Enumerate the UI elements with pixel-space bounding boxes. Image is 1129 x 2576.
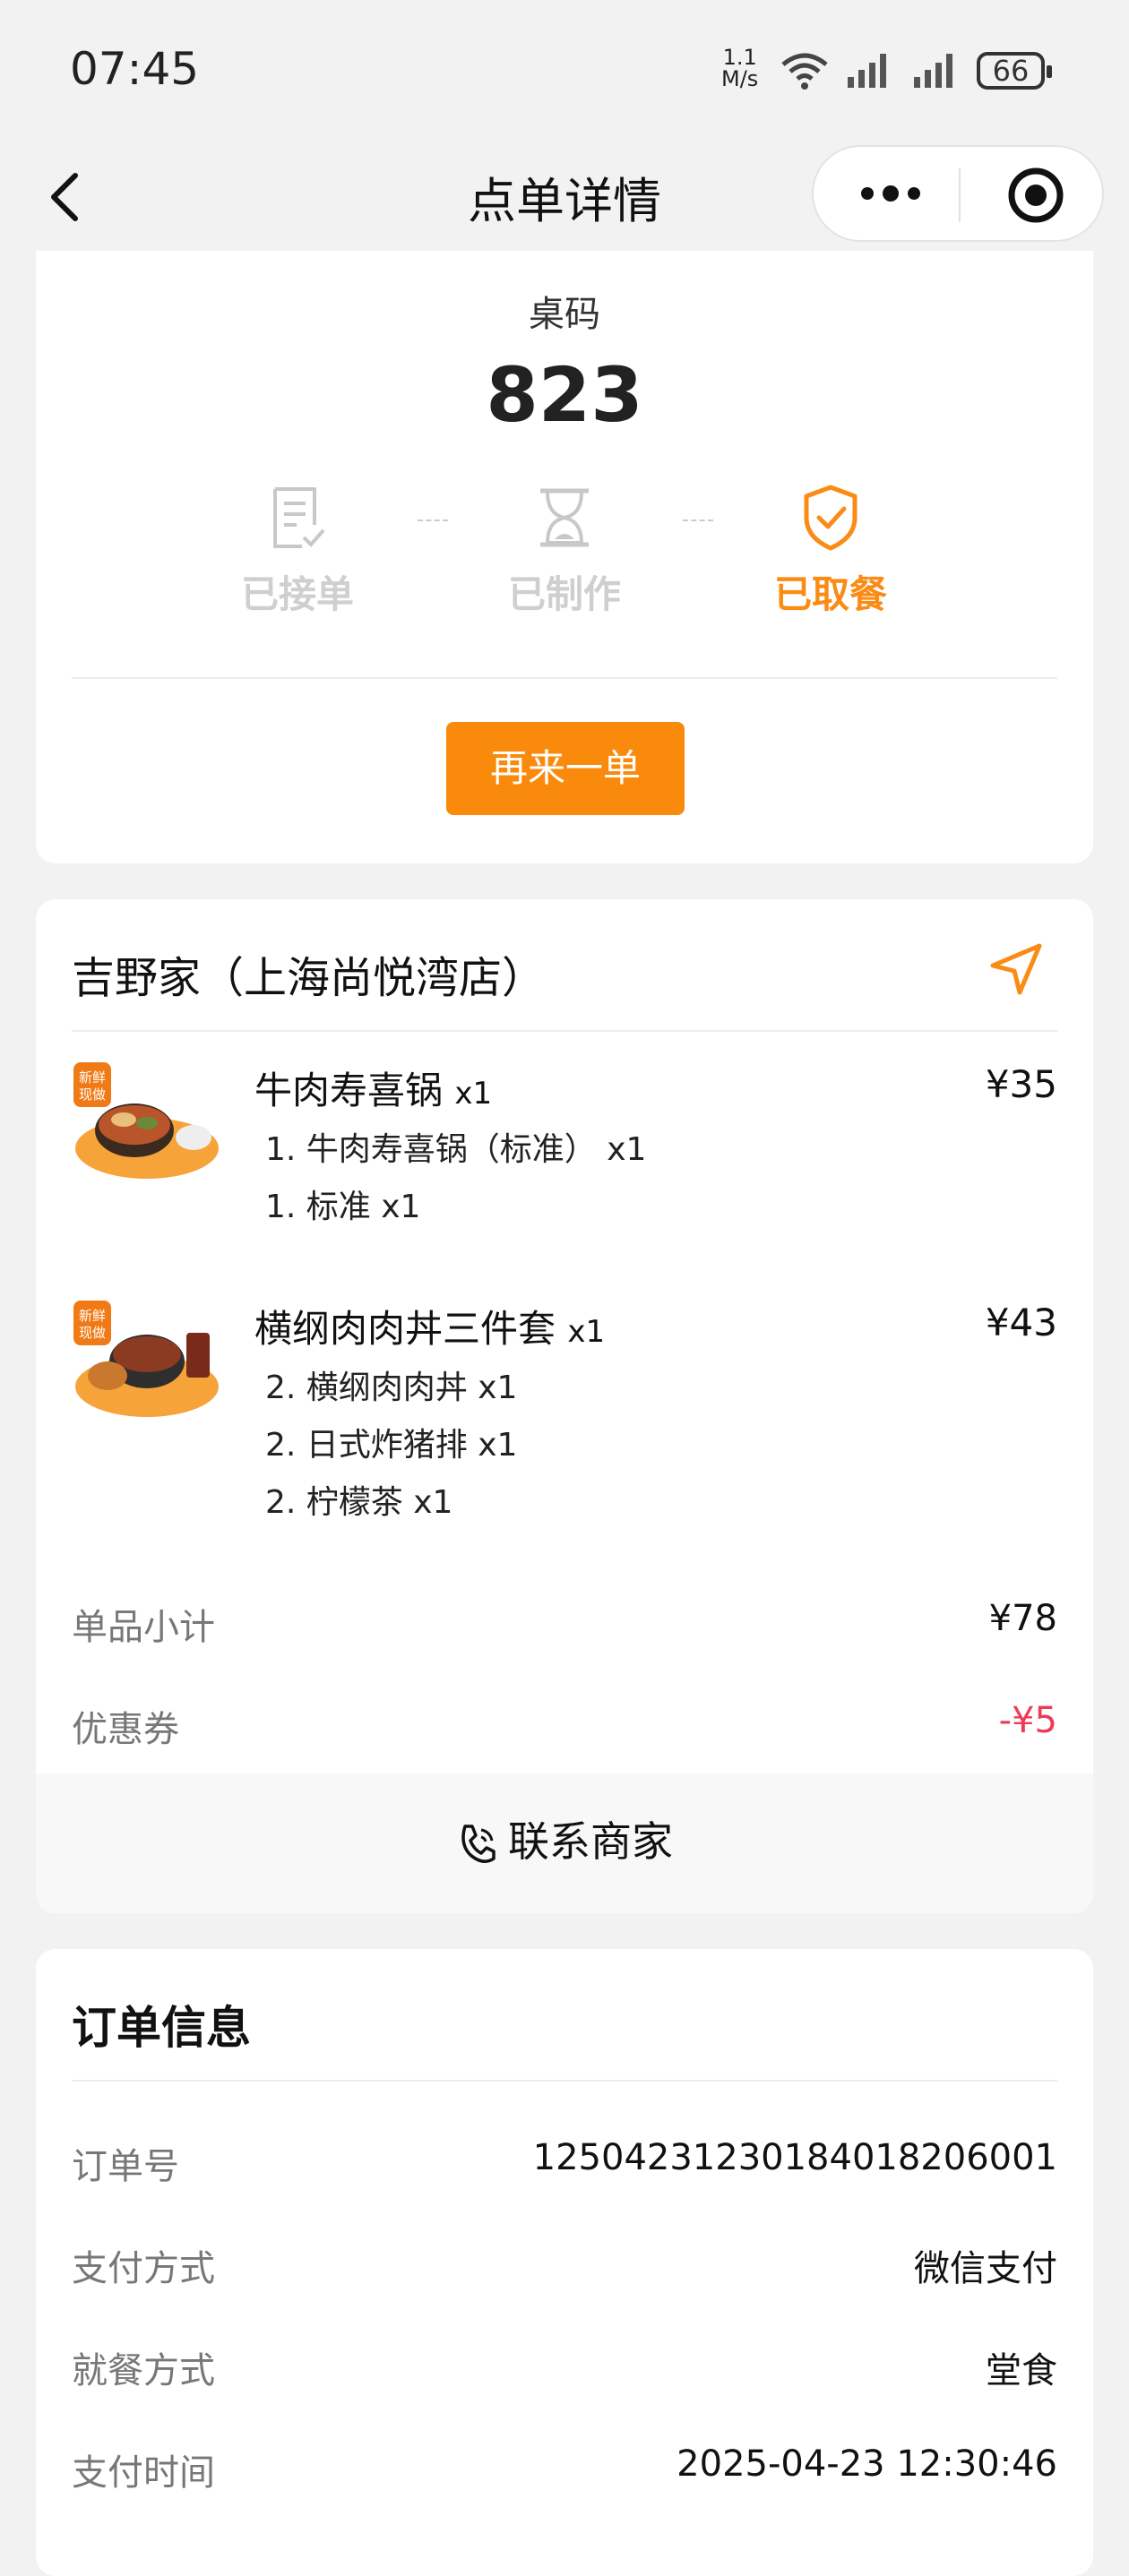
- reorder-button[interactable]: 再来一单: [446, 722, 685, 815]
- item-price: ¥43: [985, 1301, 1057, 1344]
- shield-check-icon: [804, 485, 858, 551]
- wifi-icon: [781, 53, 828, 90]
- step-picked-up: 已取餐: [741, 484, 920, 619]
- step-label-picked-up: 已取餐: [773, 572, 887, 616]
- subtotal-value: ¥78: [988, 1598, 1057, 1639]
- dining-method-value: 堂食: [986, 2350, 1057, 2391]
- svg-text:新鲜: 新鲜: [79, 1308, 106, 1324]
- more-icon[interactable]: [855, 174, 926, 213]
- network-speed: 1.1 M/s: [721, 47, 758, 90]
- status-time: 07:45: [70, 43, 200, 95]
- step-accepted: 已接单: [208, 484, 387, 619]
- capsule-divider: [959, 168, 961, 222]
- order-card: 吉野家（上海尚悦湾店） 新鲜 现做 牛肉寿喜锅 x1 ¥35 1. 牛肉寿喜锅（…: [36, 899, 1093, 1913]
- item-name: 横纲肉肉丼三件套 x1: [254, 1299, 605, 1353]
- contact-merchant-button[interactable]: 联系商家: [36, 1809, 1093, 1868]
- pickup-card: 桌码 823 已接单 已制作 已取餐 再来一单: [36, 251, 1093, 863]
- item-option: 2. 日式炸猪排 x1: [265, 1427, 518, 1464]
- dining-method-label: 就餐方式: [72, 2350, 215, 2391]
- item-name-text: 牛肉寿喜锅: [254, 1069, 444, 1112]
- network-speed-unit: M/s: [721, 66, 759, 91]
- divider: [72, 1030, 1057, 1032]
- order-number-label: 订单号: [72, 2146, 179, 2187]
- item-option: 1. 牛肉寿喜锅（标准） x1: [265, 1131, 647, 1168]
- order-number-value[interactable]: 1250423123018401820600​1: [533, 2137, 1057, 2178]
- coupon-label: 优惠券: [72, 1709, 179, 1750]
- item-image-sukiyaki[interactable]: 新鲜 现做: [72, 1060, 220, 1209]
- subtotal-label: 单品小计: [72, 1607, 215, 1648]
- nav-bar: 点单详情: [0, 134, 1129, 260]
- step-label-prepared: 已制作: [507, 572, 621, 616]
- table-code-number: 823: [486, 351, 643, 439]
- contact-merchant-label: 联系商家: [508, 1817, 673, 1866]
- item-option: 1. 标准 x1: [265, 1189, 421, 1225]
- item-option: 2. 横纲肉肉丼 x1: [265, 1370, 518, 1406]
- store-name[interactable]: 吉野家（上海尚悦湾店）: [72, 942, 545, 1005]
- order-info-card: 订单信息 订单号 1250423123018401820600​1 支付方式 微…: [36, 1949, 1093, 2576]
- step-prepared: 已制作: [475, 484, 654, 619]
- divider: [72, 677, 1057, 679]
- payment-method-value: 微信支付: [914, 2248, 1057, 2289]
- payment-method-label: 支付方式: [72, 2248, 215, 2289]
- coupon-value: -¥5: [998, 1700, 1057, 1741]
- network-speed-value: 1.1: [722, 45, 757, 70]
- table-code-label: 桌码: [529, 294, 600, 335]
- svg-text:现做: 现做: [79, 1086, 106, 1103]
- item-image-don-set[interactable]: 新鲜 现做: [72, 1299, 220, 1447]
- signal-icon-2: [914, 54, 952, 88]
- item-qty: x1: [567, 1314, 606, 1350]
- payment-time-value: 2025-04-23 12:30:46: [677, 2443, 1057, 2485]
- contact-merchant-area: 联系商家: [36, 1773, 1093, 1913]
- svg-text:现做: 现做: [79, 1325, 106, 1341]
- phone-icon: [461, 1824, 496, 1863]
- signal-icon: [848, 54, 886, 88]
- receipt-icon: [273, 487, 325, 548]
- navigation-arrow-icon[interactable]: [987, 940, 1045, 998]
- close-miniprogram-icon[interactable]: [1005, 165, 1066, 226]
- hourglass-icon: [540, 488, 589, 547]
- miniprogram-capsule: [812, 145, 1104, 242]
- item-option: 2. 柠檬茶 x1: [265, 1484, 453, 1521]
- svg-text:新鲜: 新鲜: [79, 1069, 106, 1086]
- item-qty: x1: [454, 1076, 493, 1112]
- payment-time-label: 支付时间: [72, 2452, 215, 2494]
- step-connector: [418, 519, 448, 521]
- item-name: 牛肉寿喜锅 x1: [254, 1060, 492, 1115]
- divider: [72, 2080, 1057, 2082]
- step-connector: [683, 519, 713, 521]
- status-bar: 07:45 1.1 M/s 66: [0, 0, 1129, 134]
- item-price: ¥35: [985, 1062, 1057, 1106]
- step-label-accepted: 已接单: [240, 572, 354, 616]
- item-name-text: 横纲肉肉丼三件套: [254, 1307, 556, 1351]
- order-info-title: 订单信息: [72, 2002, 251, 2054]
- battery-icon: 66: [977, 52, 1052, 90]
